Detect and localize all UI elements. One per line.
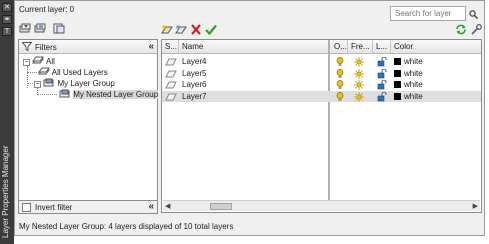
new-property-filter-icon[interactable] <box>19 23 31 34</box>
sun-thawed-icon[interactable] <box>354 91 364 103</box>
new-layer-vp-frozen-icon[interactable] <box>175 24 187 35</box>
layer-row[interactable]: Layer7 white <box>162 90 481 103</box>
unlocked-icon[interactable] <box>377 56 387 68</box>
column-header-name[interactable]: Name <box>179 40 329 54</box>
grid-header: S... Name O... Fre... L... Color <box>162 40 481 54</box>
search-icon[interactable] <box>469 10 478 21</box>
lightbulb-on-icon[interactable] <box>336 91 344 103</box>
column-header-status[interactable]: S... <box>162 40 179 54</box>
layer-color[interactable]: white <box>394 56 423 67</box>
lightbulb-on-icon[interactable] <box>336 80 344 91</box>
search-layer-input[interactable] <box>390 6 466 21</box>
group-filter-icon <box>59 89 71 101</box>
color-swatch <box>394 81 401 89</box>
sun-thawed-icon[interactable] <box>354 57 364 68</box>
collapse-toggle[interactable]: − <box>34 80 41 88</box>
scroll-left-arrow-icon[interactable]: ◀ <box>165 202 170 210</box>
color-name: white <box>404 57 423 66</box>
tree-item-my-layer-group[interactable]: − My Layer Group <box>34 78 115 89</box>
color-name: white <box>404 68 423 78</box>
layer-color[interactable]: white <box>394 91 423 102</box>
invert-filter-checkbox[interactable] <box>22 203 31 212</box>
palette-title: Layer Properties Manager <box>1 145 10 239</box>
sun-thawed-icon[interactable] <box>354 80 364 91</box>
layer-row[interactable]: Layer6 white <box>162 79 481 90</box>
tree-item-all-used-layers[interactable]: All Used Layers <box>38 67 108 78</box>
color-swatch <box>394 58 401 66</box>
delete-layer-icon[interactable] <box>190 24 202 35</box>
lightbulb-on-icon[interactable] <box>336 57 344 68</box>
layer-list-grid: S... Name O... Fre... L... Color Layer4 w… <box>161 39 482 213</box>
layer-status-icon[interactable] <box>165 69 177 80</box>
color-swatch <box>394 69 401 77</box>
tree-item-all[interactable]: − All <box>23 56 55 67</box>
layer-status-icon[interactable] <box>165 92 177 103</box>
color-name: white <box>404 91 423 101</box>
color-swatch <box>394 92 401 100</box>
layer-name[interactable]: Layer7 <box>182 91 206 102</box>
collapse-toggle[interactable]: − <box>23 58 30 66</box>
set-current-icon[interactable] <box>205 24 217 35</box>
new-group-filter-icon[interactable] <box>34 23 46 34</box>
tree-item-label: All <box>46 57 55 67</box>
current-layer-label: Current layer: 0 <box>19 5 75 14</box>
filters-label: Filters <box>35 43 57 52</box>
filter-funnel-icon <box>21 42 33 53</box>
column-header-on[interactable]: O... <box>331 40 348 54</box>
palette-title-bar[interactable]: ✕ ◂▸ T Layer Properties Manager <box>0 0 14 244</box>
layer-row[interactable]: Layer5 white <box>162 68 481 79</box>
invert-filter-bar: Invert filter « <box>18 200 158 214</box>
tree-item-label: My Layer Group <box>57 79 115 89</box>
column-header-color[interactable]: Color <box>391 40 481 54</box>
tree-connector <box>27 72 37 73</box>
tree-item-label: My Nested Layer Group <box>73 90 159 100</box>
layer-name[interactable]: Layer4 <box>182 56 206 67</box>
autohide-button[interactable]: ◂▸ <box>2 15 12 24</box>
tree-connector <box>27 83 33 84</box>
group-filter-icon <box>43 78 55 90</box>
filter-tree-header: Filters « <box>19 40 157 54</box>
sun-thawed-icon[interactable] <box>354 68 364 80</box>
layer-color[interactable]: white <box>394 68 423 79</box>
refresh-icon[interactable] <box>455 24 467 35</box>
layer-states-manager-icon[interactable] <box>53 23 65 34</box>
filter-tree-panel: Filters « − All All Used Layers − My Lay… <box>18 39 159 213</box>
unlocked-icon[interactable] <box>377 68 387 80</box>
status-bar-text: My Nested Layer Group: 4 layers displaye… <box>19 222 234 231</box>
tree-item-label: All Used Layers <box>51 68 108 78</box>
layer-color[interactable]: white <box>394 79 423 90</box>
collapse-left-pane-button[interactable]: « <box>148 201 154 212</box>
properties-button[interactable]: T <box>2 27 12 36</box>
invert-filter-label: Invert filter <box>35 203 73 212</box>
layer-row[interactable]: Layer4 white <box>162 56 481 67</box>
close-palette-button[interactable]: ✕ <box>2 3 12 12</box>
tree-connector <box>27 66 28 88</box>
tree-item-my-nested-layer-group[interactable]: My Nested Layer Group <box>59 89 159 101</box>
horizontal-scrollbar[interactable]: ◀ ▶ <box>163 200 480 211</box>
color-name: white <box>404 80 423 89</box>
layer-status-icon[interactable] <box>165 57 177 68</box>
column-header-lock[interactable]: L... <box>373 40 391 54</box>
layer-name[interactable]: Layer5 <box>182 68 206 79</box>
tree-connector <box>37 94 57 95</box>
layer-name[interactable]: Layer6 <box>182 79 206 90</box>
new-layer-icon[interactable] <box>161 24 173 35</box>
scroll-right-arrow-icon[interactable]: ▶ <box>473 202 478 210</box>
unlocked-icon[interactable] <box>377 91 387 103</box>
layer-status-icon[interactable] <box>165 80 177 91</box>
settings-wrench-icon[interactable] <box>470 24 482 35</box>
column-header-freeze[interactable]: Fre... <box>348 40 373 54</box>
lightbulb-on-icon[interactable] <box>336 68 344 80</box>
collapse-filter-tree-button[interactable]: « <box>148 41 154 52</box>
scrollbar-thumb[interactable] <box>210 203 232 210</box>
layer-properties-manager: Current layer: 0 Filters « <box>14 0 485 236</box>
unlocked-icon[interactable] <box>377 79 387 91</box>
